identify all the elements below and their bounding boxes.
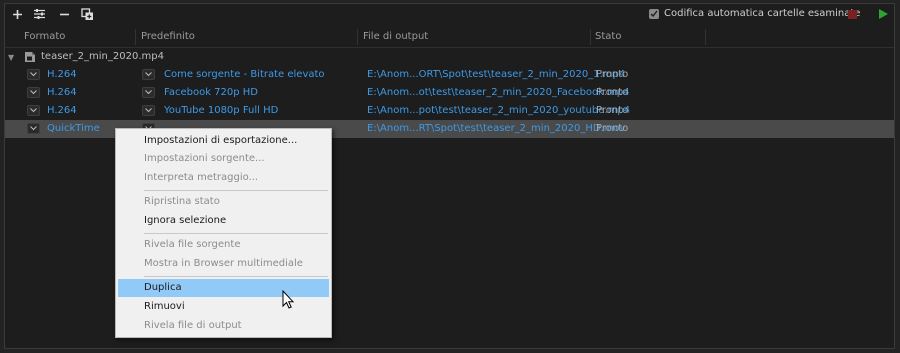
mouse-pointer-icon (282, 290, 295, 309)
column-divider[interactable] (135, 29, 136, 45)
auto-encode-checkbox[interactable] (649, 8, 659, 19)
format-link[interactable]: H.264 (47, 69, 77, 80)
chevron-down-icon[interactable]: ▼ (8, 53, 14, 62)
settings-sliders-icon[interactable] (32, 7, 46, 21)
menu-item-show-in-media-browser[interactable]: Mostra in Browser multimediale (116, 255, 331, 273)
column-format[interactable]: Formato (24, 31, 65, 42)
format-dropdown[interactable] (27, 69, 40, 80)
status-text: Pronto (596, 87, 629, 98)
column-output-file[interactable]: File di output (363, 31, 428, 42)
menu-item-reveal-output[interactable]: Rivela file di output (116, 317, 331, 335)
menu-item-reset-status[interactable]: Ripristina stato (116, 193, 331, 211)
menu-item-export-settings[interactable]: Impostazioni di esportazione... (116, 132, 331, 150)
menu-item-reveal-source[interactable]: Rivela file sorgente (116, 236, 331, 254)
queue-column-header: Formato Predefinito File di output Stato (5, 27, 894, 48)
format-link[interactable]: H.264 (47, 87, 77, 98)
output-file-link[interactable]: E:\Anom...ot\test\teaser_2_min_2020_Face… (367, 87, 630, 98)
source-group-row[interactable]: ▼ teaser_2_min_2020.mp4 (5, 48, 894, 66)
menu-separator (144, 276, 328, 277)
format-dropdown[interactable] (27, 123, 40, 134)
format-link[interactable]: H.264 (47, 105, 77, 116)
output-file-link[interactable]: E:\Anom...ORT\Spot\test\teaser_2_min_202… (367, 69, 625, 80)
format-dropdown[interactable] (27, 105, 40, 116)
queue-row[interactable]: H.264 Facebook 720p HD E:\Anom...ot\test… (5, 84, 894, 102)
add-icon[interactable] (10, 7, 24, 21)
remove-icon[interactable] (57, 7, 71, 21)
format-link[interactable]: QuickTime (47, 123, 100, 134)
queue-row[interactable]: H.264 YouTube 1080p Full HD E:\Anom...po… (5, 102, 894, 120)
menu-item-interpret-footage[interactable]: Interpreta metraggio... (116, 169, 331, 187)
preset-link[interactable]: Come sorgente - Bitrate elevato (164, 69, 325, 80)
preset-dropdown[interactable] (142, 105, 155, 116)
preset-dropdown[interactable] (142, 87, 155, 98)
auto-encode-label: Codifica automatica cartelle esaminate (664, 8, 861, 19)
column-divider[interactable] (357, 29, 358, 45)
queue-toolbar: Codifica automatica cartelle esaminate (5, 4, 894, 26)
auto-encode-toggle[interactable]: Codifica automatica cartelle esaminate (649, 8, 860, 19)
menu-item-duplicate[interactable]: Duplica (118, 279, 329, 297)
menu-item-remove[interactable]: Rimuovi (116, 298, 331, 316)
output-file-link[interactable]: E:\Anom...RT\Spot\test\teaser_2_min_2020… (367, 123, 626, 134)
column-status[interactable]: Stato (595, 31, 621, 42)
menu-item-source-settings[interactable]: Impostazioni sorgente... (116, 150, 331, 168)
format-dropdown[interactable] (27, 87, 40, 98)
preset-link[interactable]: YouTube 1080p Full HD (164, 105, 278, 116)
source-file-name: teaser_2_min_2020.mp4 (41, 51, 164, 62)
preset-dropdown[interactable] (142, 69, 155, 80)
output-file-link[interactable]: E:\Anom...pot\test\teaser_2_min_2020_you… (367, 105, 630, 116)
stop-queue-button[interactable] (848, 10, 857, 19)
start-queue-button[interactable] (879, 9, 888, 19)
status-text: Pronto (596, 105, 629, 116)
column-divider[interactable] (705, 29, 706, 45)
status-text: Pronto (596, 123, 629, 134)
duplicate-icon[interactable] (80, 7, 94, 21)
menu-separator (144, 233, 328, 234)
context-menu: Impostazioni di esportazione... Impostaz… (115, 128, 332, 338)
menu-separator (144, 190, 328, 191)
column-preset[interactable]: Predefinito (141, 31, 195, 42)
preset-link[interactable]: Facebook 720p HD (164, 87, 258, 98)
status-text: Pronto (596, 69, 629, 80)
menu-item-skip-selection[interactable]: Ignora selezione (116, 212, 331, 230)
column-divider[interactable] (590, 29, 591, 45)
video-file-icon (25, 52, 35, 62)
queue-row[interactable]: H.264 Come sorgente - Bitrate elevato E:… (5, 66, 894, 84)
